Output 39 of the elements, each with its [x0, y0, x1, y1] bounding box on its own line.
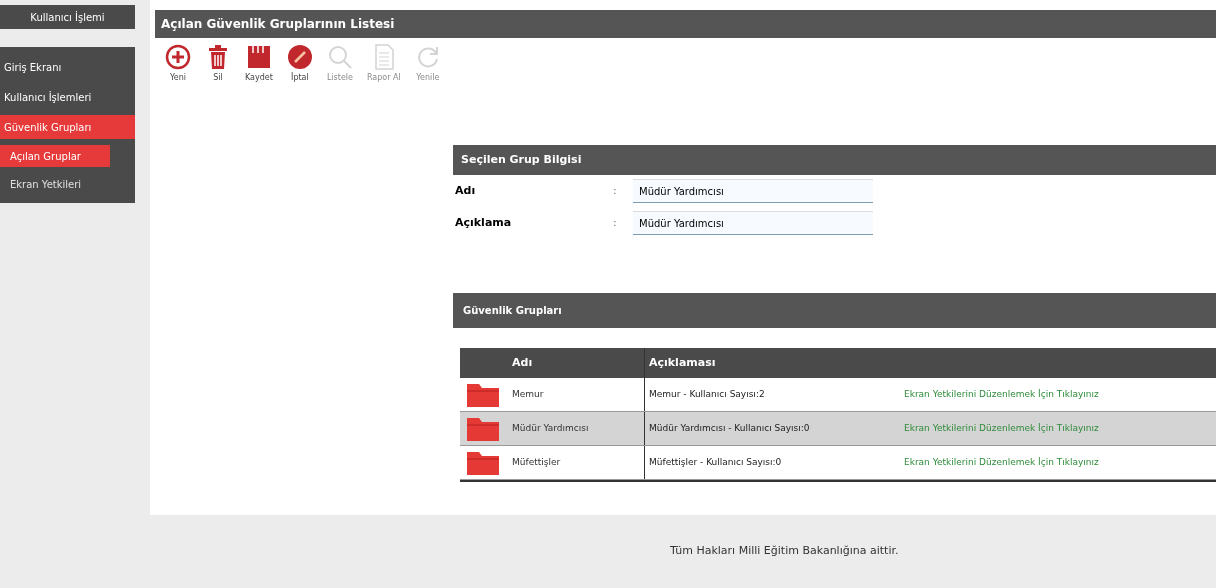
field-label: Açıklama	[454, 214, 513, 231]
sidebar-item[interactable]: Giriş Ekranı	[0, 55, 135, 79]
sidebar-subitem[interactable]: Açılan Gruplar	[0, 145, 110, 167]
table-cell: Memur - Kullanıcı Sayısı:2	[644, 378, 904, 411]
table-cell-text: Memur	[511, 387, 545, 401]
section-header: Güvenlik Grupları	[453, 293, 1216, 328]
input-field[interactable]: Müdür Yardımcısı	[633, 211, 873, 235]
sidebar-item[interactable]: Güvenlik Grupları	[0, 115, 135, 139]
table-cell-text: Müdür Yardımcısı	[511, 421, 590, 435]
colon-separator: :	[613, 214, 618, 231]
folder-icon	[466, 415, 500, 442]
sidebar-header: Kullanıcı İşlemi	[0, 5, 135, 29]
toolbar-button[interactable]: Yeni	[163, 44, 193, 100]
input-field[interactable]: Müdür Yardımcısı	[633, 179, 873, 203]
search-icon	[326, 44, 353, 70]
sidebar-subitem[interactable]: Ekran Yetkileri	[0, 173, 135, 195]
toolbar-button[interactable]: Sil	[203, 44, 233, 100]
table-cell-text: Müfettişler	[511, 455, 562, 469]
table-row[interactable]: Müdür Yardımcısı Müdür Yardımcısı - Kullanıcı Sayısı:0 Ekran Yetkilerini Düzenlemek İçin Tıklayınız	[460, 412, 1216, 446]
footer-text: Tüm Hakları Milli Eğitim Bakanlığına aittir.	[670, 543, 899, 560]
folder-icon	[466, 381, 500, 408]
edit-permissions-link[interactable]: Ekran Yetkilerini Düzenlemek İçin Tıklayınız	[904, 387, 1099, 402]
table-cell: Müfettişler - Kullanıcı Sayısı:0	[644, 446, 904, 479]
table-row[interactable]: Memur Memur - Kullanıcı Sayısı:2 Ekran Yetkilerini Düzenlemek İçin Tıklayınız	[460, 378, 1216, 412]
toolbar-button[interactable]: Kaydet	[243, 44, 275, 100]
page-title: Açılan Güvenlik Gruplarının Listesi	[155, 10, 1216, 38]
section-header: Seçilen Grup Bilgisi	[453, 145, 1216, 175]
table-row[interactable]: Müfettişler Müfettişler - Kullanıcı Sayısı:0 Ekran Yetkilerini Düzenlemek İçin Tıklayınız	[460, 446, 1216, 480]
toolbar-button[interactable]: İptal	[284, 44, 315, 100]
plus-circle-icon	[165, 44, 191, 70]
sidebar-item[interactable]: Kullanıcı İşlemleri	[0, 85, 135, 109]
edit-permissions-link[interactable]: Ekran Yetkilerini Düzenlemek İçin Tıklayınız	[904, 455, 1099, 470]
table-cell: Müdür Yardımcısı - Kullanıcı Sayısı:0	[644, 412, 904, 445]
field-label: Adı	[454, 182, 477, 199]
pencil-circle-icon	[286, 44, 313, 70]
colon-separator: :	[613, 182, 618, 199]
save-icon	[245, 44, 272, 70]
column-header: Adı	[511, 354, 534, 371]
folder-icon	[466, 449, 500, 476]
